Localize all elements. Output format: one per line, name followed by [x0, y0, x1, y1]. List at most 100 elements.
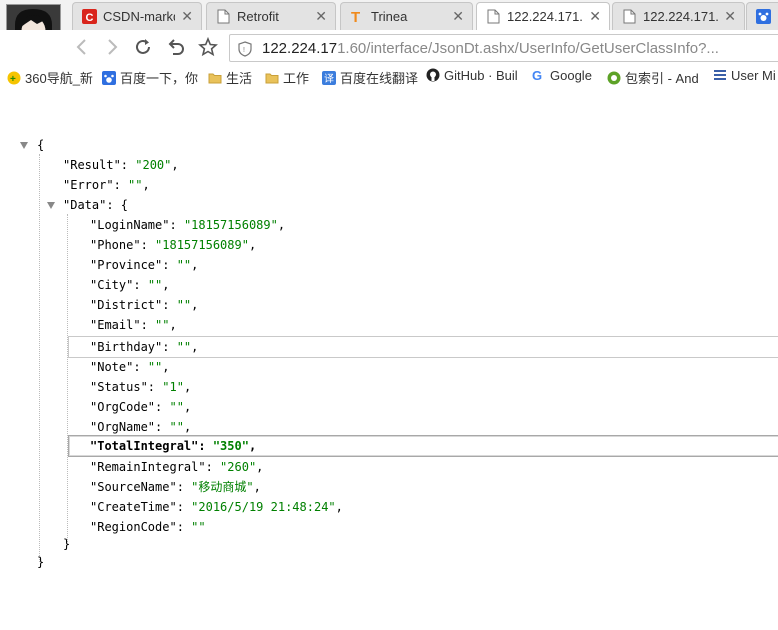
bookmark-life[interactable]: 生活	[208, 68, 252, 87]
bookmark-user[interactable]: User Mi	[713, 68, 776, 83]
tab-label: CSDN-markdo	[103, 9, 175, 24]
tab-csdn[interactable]: C CSDN-markdo ✕	[72, 2, 202, 30]
folder-icon	[208, 71, 222, 85]
tab-retrofit[interactable]: Retrofit ✕	[206, 2, 336, 30]
json-value: ""	[147, 360, 163, 374]
address-url: 122.224.171.60/interface/JsonDt.ashx/Use…	[262, 40, 719, 57]
json-line-regioncode: "RegionCode": ""	[90, 520, 206, 534]
tab-page[interactable]: 122.224.171.1 ✕	[612, 2, 745, 30]
csdn-icon: C	[82, 9, 97, 24]
undo-icon[interactable]	[165, 36, 187, 58]
json-key: "Result"	[63, 158, 121, 172]
close-icon[interactable]: ✕	[181, 8, 193, 25]
android-icon	[607, 71, 621, 85]
json-key: "TotalIntegral"	[90, 439, 199, 453]
baidu-paw-icon	[102, 71, 116, 85]
json-value: "200"	[135, 158, 172, 172]
json-line-orgname: "OrgName": "",	[90, 420, 192, 434]
json-key: "Status"	[90, 380, 148, 394]
json-key: "Birthday"	[90, 340, 163, 354]
close-icon[interactable]: ✕	[315, 8, 327, 25]
json-key: "Error"	[63, 178, 114, 192]
page-icon	[216, 9, 231, 24]
json-line-loginname: "LoginName": "18157156089",	[90, 218, 286, 232]
json-value: "1"	[162, 380, 184, 394]
json-line-phone: "Phone": "18157156089",	[90, 238, 257, 252]
bookmark-label: GitHub · Buil	[444, 68, 518, 83]
svg-text:C: C	[86, 12, 94, 24]
reload-icon[interactable]	[132, 36, 154, 58]
bookmark-label: 生活	[226, 71, 253, 86]
json-value: ""	[169, 420, 184, 434]
json-outer-close-brace: }	[37, 555, 45, 569]
json-key: "LoginName"	[90, 218, 170, 232]
json-value: "18157156089"	[155, 238, 249, 252]
bookmarks-bar: +360导航_新 百度一下，你 生活 工作 译百度在线翻译 GitHub · B…	[0, 64, 778, 91]
tab-baidu[interactable]: g	[746, 2, 778, 30]
tab-trinea[interactable]: T Trinea ✕	[340, 2, 473, 30]
page-icon	[622, 9, 637, 24]
json-line-province: "Province": "",	[90, 258, 199, 272]
json-line-status: "Status": "1",	[90, 380, 192, 394]
close-icon[interactable]: ✕	[589, 8, 601, 25]
svg-text:+: +	[10, 74, 16, 85]
back-icon[interactable]	[71, 36, 93, 58]
github-icon	[426, 68, 440, 82]
bookmark-label: 包索引 - And	[625, 71, 699, 86]
bookmark-360[interactable]: +360导航_新	[7, 68, 93, 87]
address-bar[interactable]: ! 122.224.171.60/interface/JsonDt.ashx/U…	[229, 34, 778, 62]
indent-guide	[39, 154, 40, 562]
bookmark-baidu[interactable]: 百度一下，你	[102, 68, 198, 87]
tab-label: 122.224.171.1	[507, 9, 583, 24]
bookmark-translate[interactable]: 译百度在线翻译	[322, 68, 418, 87]
json-line-city: "City": "",	[90, 278, 170, 292]
star-icon[interactable]	[197, 36, 219, 58]
bookmark-label: 工作	[283, 71, 310, 86]
bookmark-work[interactable]: 工作	[265, 68, 309, 87]
json-line-data: "Data": {	[63, 198, 129, 212]
tab-label: Retrofit	[237, 9, 279, 24]
json-line-error: "Error": "",	[63, 178, 150, 192]
json-line-remainintegral: "RemainIntegral": "260",	[90, 460, 264, 474]
json-line-createtime: "CreateTime": "2016/5/19 21:48:24",	[90, 500, 343, 514]
shield-icon: !	[238, 41, 252, 61]
json-value: ""	[176, 340, 192, 354]
svg-text:译: 译	[324, 73, 334, 85]
json-line-email: "Email": "",	[90, 318, 177, 332]
trinea-icon: T	[350, 9, 365, 26]
folder-icon	[265, 71, 279, 85]
close-icon[interactable]: ✕	[452, 8, 464, 25]
baidu-icon	[756, 9, 771, 24]
bookmark-google[interactable]: G Google	[532, 68, 592, 83]
address-path: 1.60/interface/JsonDt.ashx/UserInfo/GetU…	[337, 40, 719, 57]
json-value: ""	[176, 298, 192, 312]
svg-text:!: !	[243, 47, 245, 54]
bookmark-label: 360导航_新	[25, 71, 93, 86]
tab-strip: C CSDN-markdo ✕ Retrofit ✕ T Trinea ✕ 12…	[0, 0, 778, 59]
collapse-toggle-icon[interactable]	[20, 142, 28, 149]
tab-active[interactable]: 122.224.171.1 ✕	[476, 2, 610, 30]
forward-icon[interactable]	[101, 36, 123, 58]
json-key: "City"	[90, 278, 134, 292]
json-viewer: { "Result": "200", "Error": "", "Data": …	[0, 90, 778, 630]
bookmark-label: Google	[550, 68, 592, 83]
collapse-toggle-icon[interactable]	[47, 202, 55, 209]
json-key: "Province"	[90, 258, 163, 272]
json-key: "RegionCode"	[90, 520, 177, 534]
indent-guide	[67, 214, 68, 542]
address-host: 122.224.17	[262, 40, 338, 57]
bookmark-android[interactable]: 包索引 - And	[607, 68, 699, 87]
bookmark-github[interactable]: GitHub · Buil	[426, 68, 518, 83]
json-value: ""	[128, 178, 143, 192]
360-icon: +	[7, 71, 21, 85]
json-open-brace: {	[37, 138, 45, 152]
json-inner-close-brace: }	[63, 537, 71, 551]
translate-icon: 译	[322, 71, 336, 85]
json-key: "Email"	[90, 318, 141, 332]
json-key: "CreateTime"	[90, 500, 177, 514]
json-value: ""	[176, 258, 192, 272]
json-key: "District"	[90, 298, 163, 312]
json-key: "RemainIntegral"	[90, 460, 206, 474]
json-line-district: "District": "",	[90, 298, 199, 312]
close-icon[interactable]: ✕	[724, 8, 736, 25]
